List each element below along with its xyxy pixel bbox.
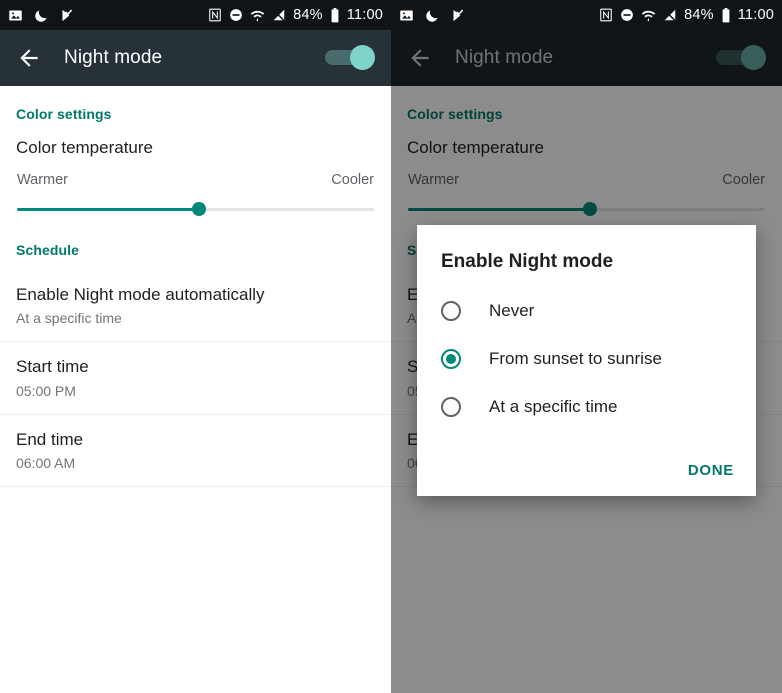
- schedule-list: Enable Night mode automatically At a spe…: [0, 270, 391, 487]
- list-item-title: End time: [16, 429, 84, 449]
- color-temperature-slider[interactable]: [17, 202, 374, 216]
- image-icon: [8, 8, 23, 23]
- dialog-title: Enable Night mode: [441, 251, 614, 272]
- page-title: Night mode: [64, 47, 163, 68]
- radio-option-never[interactable]: Never: [417, 287, 756, 335]
- radio-icon[interactable]: [441, 397, 461, 417]
- status-bar-left-icons: [8, 8, 75, 23]
- status-bar-left-icons: [399, 8, 466, 23]
- back-arrow-icon[interactable]: [16, 45, 42, 71]
- radio-option-label: Never: [489, 301, 535, 320]
- slider-max-label: Cooler: [331, 172, 374, 188]
- moon-icon: [425, 8, 440, 23]
- slider-labels: Warmer Cooler: [17, 172, 374, 188]
- slider-thumb[interactable]: [192, 202, 207, 216]
- section-header-schedule: Schedule: [16, 242, 80, 258]
- battery-icon: [330, 7, 340, 23]
- night-mode-toggle[interactable]: [325, 45, 375, 71]
- list-item-subtitle: 05:00 PM: [16, 382, 76, 399]
- nfc-icon: [208, 8, 222, 22]
- color-temperature-slider-block: Warmer Cooler: [0, 158, 391, 216]
- nfc-icon: [599, 8, 613, 22]
- flag-check-icon: [451, 8, 466, 23]
- status-bar: 84% 11:00: [391, 0, 782, 30]
- dialog-radio-group: Never From sunset to sunrise At a specif…: [417, 273, 756, 431]
- status-bar: 84% 11:00: [0, 0, 391, 30]
- radio-option-label: From sunset to sunrise: [489, 349, 662, 368]
- radio-icon[interactable]: [441, 301, 461, 321]
- phone-screen-left: 84% 11:00 Night mode Color settings Colo…: [0, 0, 391, 693]
- dual-screenshot-container: 84% 11:00 Night mode Color settings Colo…: [0, 0, 782, 693]
- clock: 11:00: [737, 7, 774, 23]
- list-item-subtitle: At a specific time: [16, 310, 122, 327]
- list-item-enable-automatically[interactable]: Enable Night mode automatically At a spe…: [0, 270, 391, 341]
- do-not-disturb-icon: [229, 8, 243, 22]
- section-header-color-settings: Color settings: [16, 106, 112, 122]
- list-item-subtitle: 06:00 AM: [16, 454, 76, 471]
- app-bar-scrim: [391, 30, 782, 86]
- battery-percent: 84%: [684, 7, 714, 23]
- color-temperature-label: Color temperature: [16, 138, 154, 157]
- enable-night-mode-dialog: Enable Night mode Never From sunset to s…: [417, 225, 756, 496]
- dialog-actions: DONE: [688, 462, 756, 496]
- image-icon: [399, 8, 414, 23]
- list-item-end-time[interactable]: End time 06:00 AM: [0, 415, 391, 486]
- signal-off-icon: [663, 8, 677, 22]
- signal-off-icon: [272, 8, 286, 22]
- status-bar-right-icons: 84% 11:00: [208, 7, 383, 23]
- phone-screen-right: 84% 11:00 Night mode Color settings Colo…: [391, 0, 782, 693]
- radio-option-sunset-to-sunrise[interactable]: From sunset to sunrise: [417, 335, 756, 383]
- app-bar: Night mode: [0, 30, 391, 86]
- toggle-thumb: [350, 45, 375, 70]
- list-item-title: Enable Night mode automatically: [16, 285, 265, 304]
- clock: 11:00: [346, 7, 383, 23]
- settings-content: Color settings Color temperature Warmer …: [0, 86, 391, 693]
- battery-percent: 84%: [293, 7, 323, 23]
- radio-icon-selected[interactable]: [441, 349, 461, 369]
- divider: [0, 485, 391, 487]
- battery-icon: [721, 7, 731, 23]
- moon-icon: [34, 8, 49, 23]
- do-not-disturb-icon: [620, 8, 634, 22]
- flag-check-icon: [60, 8, 75, 23]
- radio-option-specific-time[interactable]: At a specific time: [417, 383, 756, 431]
- done-button[interactable]: DONE: [688, 462, 734, 479]
- list-item-title: Start time: [16, 357, 89, 377]
- slider-min-label: Warmer: [17, 172, 69, 188]
- wifi-icon: [641, 8, 656, 23]
- slider-fill: [17, 208, 200, 211]
- status-bar-right-icons: 84% 11:00: [599, 7, 774, 23]
- wifi-icon: [250, 8, 265, 23]
- radio-option-label: At a specific time: [489, 397, 618, 416]
- list-item-start-time[interactable]: Start time 05:00 PM: [0, 342, 391, 413]
